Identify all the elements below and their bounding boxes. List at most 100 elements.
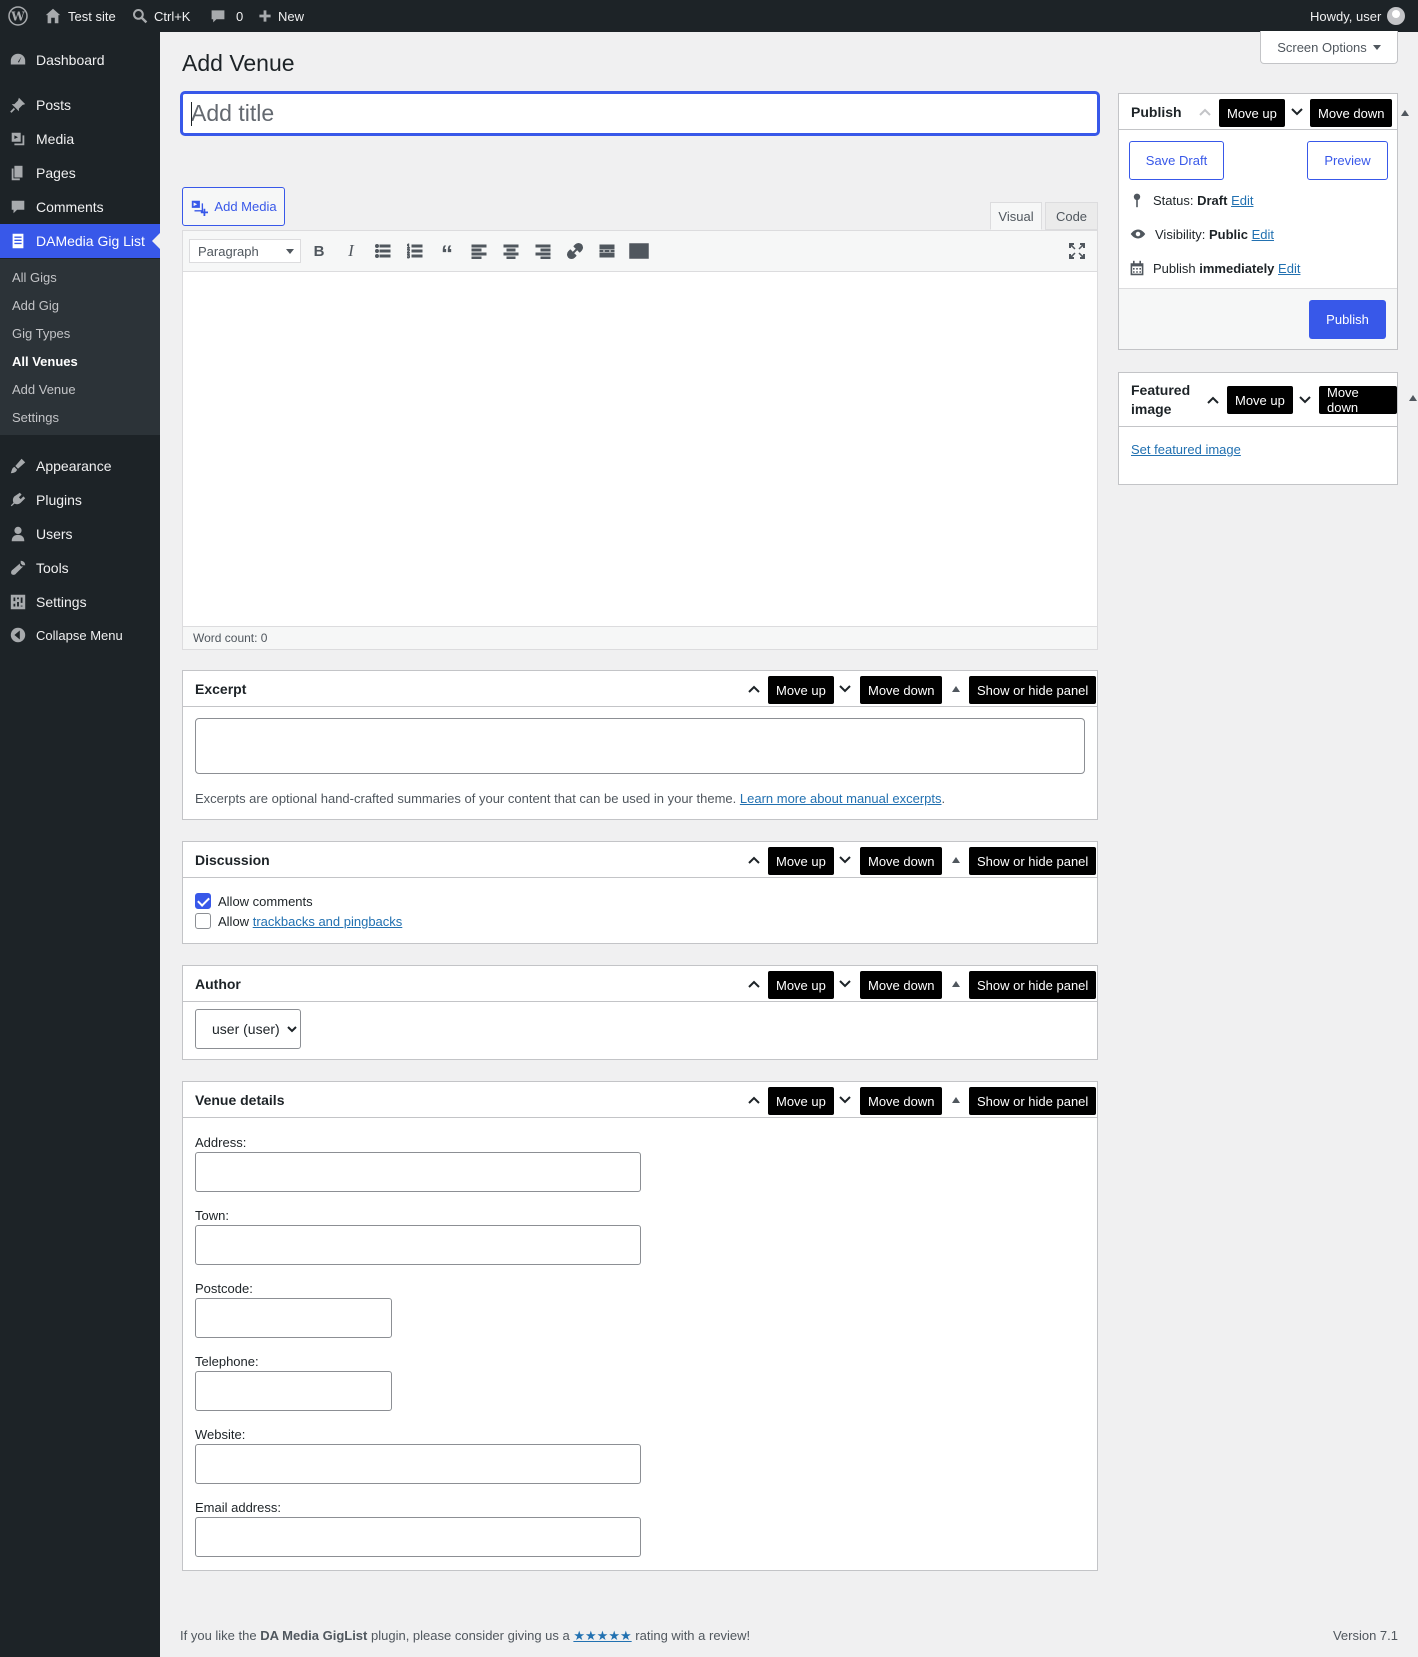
toolbar-toggle-icon[interactable]: [627, 239, 651, 263]
submenu-item-settings[interactable]: Settings: [12, 408, 59, 428]
allow-trackbacks-checkbox[interactable]: [195, 913, 211, 929]
collapse-menu-button[interactable]: Collapse Menu: [0, 618, 160, 652]
wordpress-logo-icon[interactable]: W: [8, 0, 28, 32]
chevron-up-icon[interactable]: [746, 976, 762, 992]
move-up-button[interactable]: Move up: [1219, 99, 1285, 127]
bold-icon[interactable]: B: [307, 239, 331, 263]
visibility-edit-link[interactable]: Edit: [1252, 227, 1274, 242]
postcode-input[interactable]: [195, 1298, 392, 1338]
submenu-item-add-venue[interactable]: Add Venue: [12, 380, 76, 400]
chevron-up-icon[interactable]: [746, 1092, 762, 1108]
move-up-button[interactable]: Move up: [1227, 386, 1293, 414]
move-down-button[interactable]: Move down: [1310, 99, 1393, 127]
site-name-link[interactable]: Test site: [44, 0, 116, 32]
email-input[interactable]: [195, 1517, 641, 1557]
tab-visual[interactable]: Visual: [990, 202, 1042, 230]
sidebar-item-damedia-gig-list[interactable]: DAMedia Gig List: [0, 224, 160, 258]
sidebar-item-pages[interactable]: Pages: [0, 156, 160, 190]
move-down-button[interactable]: Move down: [860, 847, 943, 875]
submenu-item-all-gigs[interactable]: All Gigs: [12, 268, 57, 288]
move-up-button[interactable]: Move up: [768, 971, 834, 999]
chevron-up-icon[interactable]: [746, 852, 762, 868]
link-icon[interactable]: [563, 239, 587, 263]
town-input[interactable]: [195, 1225, 641, 1265]
move-down-button[interactable]: Move down: [860, 676, 943, 704]
move-down-button[interactable]: Move down: [1319, 385, 1397, 415]
numbered-list-icon[interactable]: 123: [403, 239, 427, 263]
publish-collapse-triangle-icon[interactable]: [1401, 110, 1409, 116]
move-down-button[interactable]: Move down: [860, 971, 943, 999]
chevron-up-icon[interactable]: [746, 681, 762, 697]
align-center-icon[interactable]: [499, 239, 523, 263]
chevron-down-icon[interactable]: [837, 681, 853, 697]
sidebar-item-settings[interactable]: Settings: [0, 585, 160, 619]
screen-options-button[interactable]: Screen Options: [1260, 31, 1398, 64]
move-up-button[interactable]: Move up: [768, 676, 834, 704]
chevron-up-icon[interactable]: [1197, 104, 1213, 120]
title-input[interactable]: [183, 94, 1097, 133]
submenu-item-add-gig[interactable]: Add Gig: [12, 296, 59, 316]
collapse-triangle-icon[interactable]: [952, 1097, 960, 1103]
save-draft-button[interactable]: Save Draft: [1129, 141, 1224, 180]
current-menu-arrow: [152, 233, 160, 249]
chevron-down-icon[interactable]: [837, 976, 853, 992]
toggle-panel-button[interactable]: Show or hide panel: [969, 1087, 1097, 1115]
collapse-triangle-icon[interactable]: [952, 981, 960, 987]
move-up-button[interactable]: Move up: [768, 847, 834, 875]
sidebar-item-tools[interactable]: Tools: [0, 551, 160, 585]
publish-button[interactable]: Publish: [1309, 300, 1386, 339]
italic-icon[interactable]: I: [339, 239, 363, 263]
status-edit-link[interactable]: Edit: [1231, 193, 1253, 208]
publish-time-edit-link[interactable]: Edit: [1278, 261, 1300, 276]
preview-button[interactable]: Preview: [1307, 141, 1388, 180]
fullscreen-icon[interactable]: [1065, 239, 1089, 263]
search-shortcut[interactable]: Ctrl+K: [132, 0, 190, 32]
bulleted-list-icon[interactable]: [371, 239, 395, 263]
sidebar-item-dashboard[interactable]: Dashboard: [0, 43, 160, 77]
chevron-down-icon[interactable]: [837, 1092, 853, 1108]
telephone-input[interactable]: [195, 1371, 392, 1411]
toggle-panel-button[interactable]: Show or hide panel: [969, 971, 1097, 999]
sidebar-item-plugins[interactable]: Plugins: [0, 483, 160, 517]
align-left-icon[interactable]: [467, 239, 491, 263]
chevron-down-icon[interactable]: [1289, 104, 1305, 120]
chevron-up-icon[interactable]: [1205, 392, 1221, 408]
add-media-button[interactable]: Add Media: [182, 187, 285, 226]
toggle-panel-button[interactable]: Show or hide panel: [969, 847, 1097, 875]
rating-stars-link[interactable]: ★★★★★: [573, 1628, 631, 1643]
new-content-link[interactable]: New: [258, 0, 304, 32]
submenu-item-gig-types[interactable]: Gig Types: [12, 324, 70, 344]
submenu-item-all-venues[interactable]: All Venues: [12, 352, 78, 372]
sidebar-item-appearance[interactable]: Appearance: [0, 449, 160, 483]
set-featured-image-link[interactable]: Set featured image: [1131, 442, 1241, 457]
collapse-triangle-icon[interactable]: [952, 686, 960, 692]
footer-text: If you like the DA Media GigList plugin,…: [180, 1628, 750, 1644]
author-select[interactable]: user (user): [195, 1009, 301, 1049]
align-right-icon[interactable]: [531, 239, 555, 263]
excerpt-learn-more-link[interactable]: Learn more about manual excerpts: [740, 791, 942, 806]
trackbacks-link[interactable]: trackbacks and pingbacks: [253, 914, 403, 929]
account-menu[interactable]: Howdy, user: [1310, 0, 1406, 32]
toggle-panel-button[interactable]: Show or hide panel: [969, 676, 1097, 704]
sidebar-item-posts[interactable]: Posts: [0, 88, 160, 122]
sidebar-item-users[interactable]: Users: [0, 517, 160, 551]
collapse-triangle-icon[interactable]: [952, 857, 960, 863]
document-icon: [0, 232, 36, 250]
featured-collapse-triangle-icon[interactable]: [1409, 395, 1417, 401]
read-more-icon[interactable]: [595, 239, 619, 263]
allow-comments-checkbox[interactable]: [195, 893, 211, 909]
address-input[interactable]: [195, 1152, 641, 1192]
sidebar-item-media[interactable]: Media: [0, 122, 160, 156]
sidebar-item-comments[interactable]: Comments: [0, 190, 160, 224]
blockquote-icon[interactable]: “: [435, 239, 459, 267]
add-media-label: Add Media: [214, 199, 277, 214]
format-select[interactable]: Paragraph: [189, 239, 301, 263]
chevron-down-icon[interactable]: [1297, 392, 1313, 408]
website-input[interactable]: [195, 1444, 641, 1484]
tab-code[interactable]: Code: [1045, 202, 1098, 230]
move-up-button[interactable]: Move up: [768, 1087, 834, 1115]
chevron-down-icon[interactable]: [837, 852, 853, 868]
move-down-button[interactable]: Move down: [860, 1087, 943, 1115]
comments-link[interactable]: 0: [210, 0, 243, 32]
excerpt-textarea[interactable]: [195, 718, 1085, 774]
